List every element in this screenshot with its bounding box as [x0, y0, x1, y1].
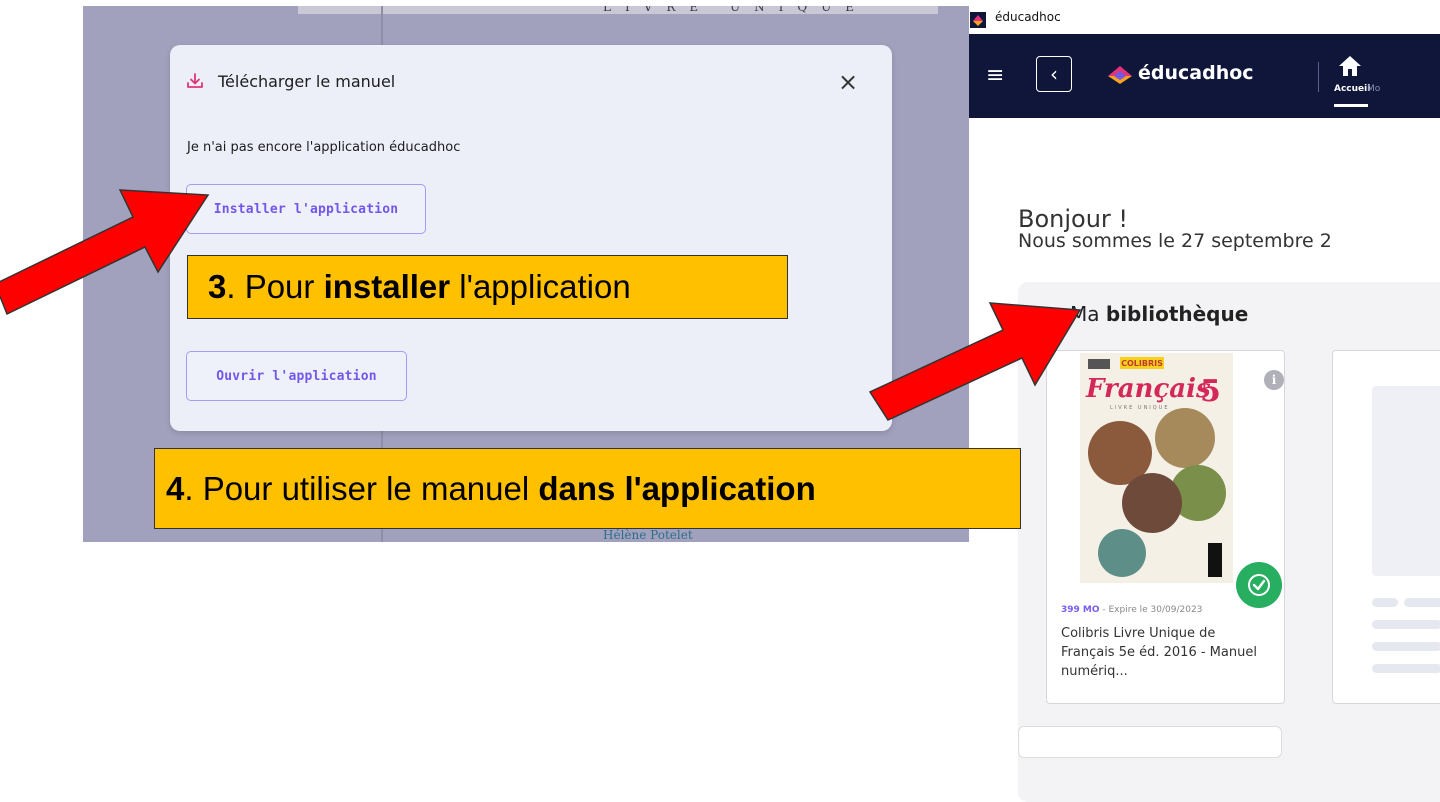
cover-grade: 5	[1200, 374, 1221, 409]
book-open-icon	[1047, 309, 1063, 321]
callout-3-bold: installer	[323, 268, 451, 305]
book-size: 399 MO	[1061, 605, 1100, 615]
book-meta: 399 MO - Expire le 30/09/2023	[1061, 605, 1202, 615]
book-author: Hélène Potelet	[603, 528, 693, 542]
cover-series: COLIBRIS	[1121, 359, 1163, 368]
install-app-button[interactable]: Installer l'application	[186, 184, 426, 234]
book-expiry: - Expire le 30/09/2023	[1099, 605, 1203, 615]
check-icon	[1248, 574, 1270, 596]
brand-name[interactable]: éducadhoc	[1138, 62, 1254, 84]
date-line: Nous sommes le 27 septembre 2	[1018, 230, 1332, 252]
placeholder-line	[1372, 664, 1440, 673]
callout-4-bold: dans l'application	[538, 469, 816, 507]
book-top-text: LIVRE UNIQUE	[603, 6, 869, 14]
home-icon[interactable]	[1337, 54, 1363, 78]
library-title-bold: bibliothèque	[1105, 302, 1249, 326]
book-cover-image[interactable]: COLIBRIS Français 5 LIVRE UNIQUE	[1080, 353, 1233, 583]
open-app-button[interactable]: Ouvrir l'application	[186, 351, 407, 401]
download-icon	[187, 73, 203, 88]
callout-3-text: . Pour	[226, 268, 324, 305]
close-icon[interactable]: ×	[838, 68, 858, 96]
cover-subtitle: LIVRE UNIQUE	[1110, 405, 1170, 411]
brand-logo-icon	[1108, 66, 1132, 84]
nav-next-label[interactable]: Mo	[1367, 84, 1380, 94]
next-card	[1018, 726, 1282, 758]
placeholder-line	[1372, 642, 1440, 651]
modal-subtitle: Je n'ai pas encore l'application éducadh…	[187, 140, 461, 155]
app-logo-icon	[970, 12, 986, 28]
nav-home-label[interactable]: Accueil	[1334, 84, 1370, 94]
placeholder-line	[1404, 598, 1440, 607]
placeholder-line	[1372, 620, 1440, 629]
active-tab-indicator	[1334, 104, 1368, 107]
callout-4-text: . Pour utiliser le manuel	[184, 469, 539, 507]
placeholder-line	[1372, 598, 1398, 607]
callout-step-4: 4. Pour utiliser le manuel dans l'applic…	[154, 448, 1021, 529]
modal-title: Télécharger le manuel	[218, 72, 396, 91]
placeholder-cover	[1372, 386, 1440, 576]
callout-4-number: 4	[166, 469, 185, 507]
check-circle-icon	[1236, 562, 1282, 608]
cover-title: Français	[1085, 374, 1211, 404]
callout-3-text-after: l'application	[450, 268, 631, 305]
window-title: éducadhoc	[995, 10, 1061, 24]
callout-step-3: 3. Pour installer l'application	[187, 255, 788, 319]
library-title-prefix: Ma	[1070, 302, 1106, 326]
book-title[interactable]: Colibris Livre Unique de Français 5e éd.…	[1061, 624, 1271, 681]
info-icon[interactable]: i	[1264, 370, 1284, 390]
callout-3-number: 3	[208, 268, 227, 305]
chevron-left-icon: ‹	[1050, 62, 1058, 86]
greeting: Bonjour !	[1018, 205, 1129, 233]
nav-separator	[1318, 62, 1319, 92]
menu-icon[interactable]: ≡	[986, 63, 1004, 88]
back-button[interactable]: ‹	[1036, 56, 1072, 92]
library-title: Ma bibliothèque	[1070, 302, 1248, 326]
